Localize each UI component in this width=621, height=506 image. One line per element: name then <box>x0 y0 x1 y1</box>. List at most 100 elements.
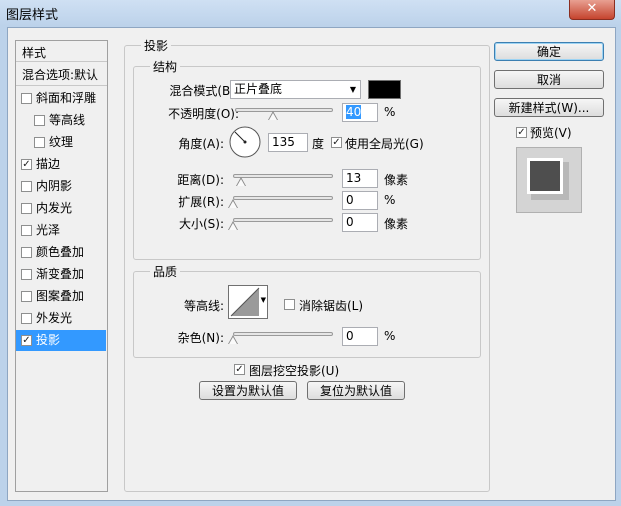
spread-slider-track[interactable] <box>233 196 333 200</box>
opacity-slider-thumb[interactable] <box>268 111 278 120</box>
quality-group: 品质 等高线: ▼ 消除锯齿(L) 杂色(N): 0 % <box>133 263 481 358</box>
spread-label: 扩展(R): <box>178 195 224 209</box>
shadow-color-swatch[interactable] <box>368 80 401 99</box>
spread-slider-thumb[interactable] <box>228 199 238 208</box>
opacity-input[interactable]: 40 <box>342 103 378 122</box>
style-item-checkbox[interactable] <box>21 269 32 280</box>
angle-label: 角度(A): <box>178 137 224 151</box>
style-item-checkbox[interactable] <box>21 313 32 324</box>
new-style-button[interactable]: 新建样式(W)... <box>494 98 604 117</box>
opacity-slider-track[interactable] <box>235 108 333 112</box>
style-item[interactable]: 渐变叠加 <box>16 264 106 285</box>
chevron-down-icon[interactable]: ▼ <box>261 296 266 304</box>
style-item-label: 斜面和浮雕 <box>36 91 97 105</box>
blend-mode-label: 混合模式(B): <box>169 84 239 98</box>
style-item-checkbox[interactable] <box>21 181 32 192</box>
knockout-label[interactable]: 图层挖空投影(U) <box>249 362 339 379</box>
blending-options-item[interactable]: 混合选项:默认 <box>22 66 98 83</box>
opacity-label: 不透明度(O): <box>168 107 239 121</box>
style-item-checkbox[interactable] <box>34 115 45 126</box>
distance-slider-thumb[interactable] <box>236 177 246 186</box>
blend-mode-value: 正片叠底 <box>234 82 283 96</box>
style-item-checkbox[interactable] <box>21 203 32 214</box>
style-item-checkbox[interactable] <box>34 137 45 148</box>
styles-header[interactable]: 样式 <box>22 44 46 61</box>
style-preview-thumbnail <box>516 147 582 213</box>
drop-shadow-title: 投影 <box>141 37 172 54</box>
style-item-checkbox[interactable]: ✓ <box>21 335 32 346</box>
style-item-label: 投影 <box>36 333 61 347</box>
style-item-label: 图案叠加 <box>36 289 85 303</box>
drop-shadow-group: 投影 结构 混合模式(B): 正片叠底 ▼ 不透明度(O): 40 % 角度(A… <box>124 37 490 492</box>
noise-slider-track[interactable] <box>233 332 333 336</box>
distance-input[interactable]: 13 <box>342 169 378 188</box>
style-item[interactable]: ✓ 投影 <box>16 330 106 351</box>
global-light-checkbox[interactable]: ✓ <box>331 137 342 148</box>
close-icon[interactable]: ✕ <box>569 0 615 20</box>
noise-label: 杂色(N): <box>177 331 224 345</box>
reset-default-button[interactable]: 复位为默认值 <box>307 381 405 400</box>
title-bar[interactable]: 图层样式 ✕ <box>0 0 621 26</box>
spread-unit: % <box>384 193 396 207</box>
divider <box>16 85 107 86</box>
contour-preview-icon <box>230 287 260 317</box>
style-item-checkbox[interactable] <box>21 247 32 258</box>
size-slider-track[interactable] <box>233 218 333 222</box>
style-item-label: 内阴影 <box>36 179 73 193</box>
divider <box>16 61 107 62</box>
noise-input[interactable]: 0 <box>342 327 378 346</box>
styles-list-panel: 样式 混合选项:默认 斜面和浮雕等高线纹理 ✓ 描边内阴影内发光光泽颜色叠加渐变叠加… <box>15 40 108 492</box>
antialias-label[interactable]: 消除锯齿(L) <box>299 297 363 314</box>
style-item-label: 颜色叠加 <box>36 245 85 259</box>
contour-picker[interactable]: ▼ <box>228 285 268 319</box>
size-unit: 像素 <box>384 217 409 231</box>
ok-button[interactable]: 确定 <box>494 42 604 61</box>
knockout-checkbox[interactable]: ✓ <box>234 364 245 375</box>
size-input[interactable]: 0 <box>342 213 378 232</box>
preview-label[interactable]: 预览(V) <box>530 124 572 141</box>
chevron-down-icon: ▼ <box>349 85 356 94</box>
style-item-checkbox[interactable]: ✓ <box>21 159 32 170</box>
layer-style-dialog: 图层样式 ✕ 样式 混合选项:默认 斜面和浮雕等高线纹理 ✓ 描边内阴影内发光光泽颜… <box>0 0 621 506</box>
preview-swatch <box>527 158 563 194</box>
style-item[interactable]: ✓ 描边 <box>16 154 106 175</box>
style-item[interactable]: 外发光 <box>16 308 106 329</box>
style-item[interactable]: 颜色叠加 <box>16 242 106 263</box>
angle-dial[interactable] <box>228 125 262 159</box>
set-default-button[interactable]: 设置为默认值 <box>199 381 297 400</box>
style-item-label: 渐变叠加 <box>36 267 85 281</box>
distance-slider-track[interactable] <box>233 174 333 178</box>
style-item-label: 外发光 <box>36 311 73 325</box>
style-item[interactable]: 等高线 <box>16 110 106 131</box>
blend-mode-select[interactable]: 正片叠底 ▼ <box>230 80 361 99</box>
spread-input[interactable]: 0 <box>342 191 378 210</box>
style-item[interactable]: 内阴影 <box>16 176 106 197</box>
style-item-label: 内发光 <box>36 201 73 215</box>
structure-title: 结构 <box>150 58 181 75</box>
size-label: 大小(S): <box>178 217 224 231</box>
style-item-label: 纹理 <box>49 135 74 149</box>
style-item-label: 描边 <box>36 157 61 171</box>
style-item-checkbox[interactable] <box>21 93 32 104</box>
cancel-button[interactable]: 取消 <box>494 70 604 89</box>
style-item-checkbox[interactable] <box>21 225 32 236</box>
quality-title: 品质 <box>150 263 181 280</box>
global-light-label[interactable]: 使用全局光(G) <box>345 135 424 152</box>
distance-unit: 像素 <box>384 173 409 187</box>
preview-checkbox[interactable]: ✓ <box>516 127 527 138</box>
style-item-checkbox[interactable] <box>21 291 32 302</box>
dialog-client-area: 样式 混合选项:默认 斜面和浮雕等高线纹理 ✓ 描边内阴影内发光光泽颜色叠加渐变叠加… <box>7 27 616 501</box>
style-item[interactable]: 光泽 <box>16 220 106 241</box>
opacity-unit: % <box>384 105 396 119</box>
style-item[interactable]: 内发光 <box>16 198 106 219</box>
angle-unit: 度 <box>312 137 325 151</box>
style-item[interactable]: 斜面和浮雕 <box>16 88 106 109</box>
style-item[interactable]: 纹理 <box>16 132 106 153</box>
angle-input[interactable]: 135 <box>268 133 308 152</box>
style-item[interactable]: 图案叠加 <box>16 286 106 307</box>
noise-slider-thumb[interactable] <box>228 335 238 344</box>
distance-label: 距离(D): <box>177 173 224 187</box>
antialias-checkbox[interactable] <box>284 299 295 310</box>
size-slider-thumb[interactable] <box>228 221 238 230</box>
dialog-title: 图层样式 <box>6 8 59 23</box>
